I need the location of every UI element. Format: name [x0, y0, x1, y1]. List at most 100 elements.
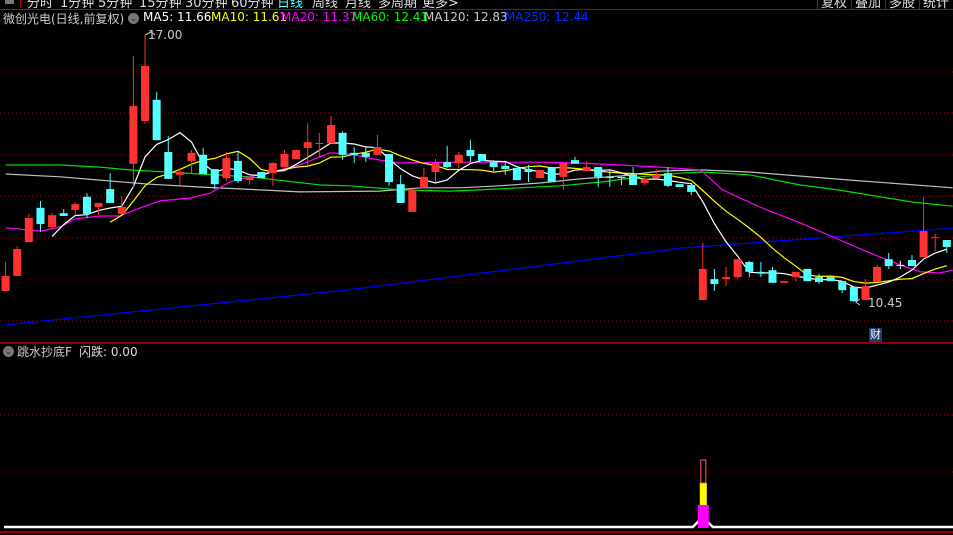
candle [768, 266, 777, 283]
candle [873, 264, 882, 283]
candle [570, 156, 579, 164]
candle-body [373, 147, 382, 155]
candle-body [419, 176, 428, 188]
candle [117, 196, 126, 214]
candle-body [303, 142, 312, 148]
indicator-value: 闪跌: 0.00 [79, 345, 138, 359]
candle [454, 151, 463, 168]
ma5-line [51, 131, 947, 289]
candle [315, 132, 324, 157]
candle-body [489, 162, 498, 168]
candle-body [501, 165, 510, 170]
candle-body [141, 65, 150, 122]
indicator-title: 跳水抄底F [17, 345, 72, 359]
ma120-line [5, 169, 953, 193]
candle [640, 176, 649, 186]
candle [617, 176, 626, 185]
candle [826, 277, 835, 282]
candle [582, 160, 591, 172]
candle [815, 273, 823, 285]
candle-body [536, 169, 545, 179]
candle [385, 154, 394, 186]
candle [687, 184, 696, 196]
candle-body [780, 281, 789, 283]
candle-body [687, 184, 696, 192]
candle-body [733, 259, 742, 278]
candle-body [570, 160, 579, 164]
candle [129, 56, 138, 188]
candle-body [234, 160, 242, 181]
candle [94, 202, 103, 216]
candle [292, 149, 301, 159]
candle-body [443, 162, 452, 168]
candle [152, 92, 161, 141]
candle-body [919, 231, 928, 258]
candle [896, 260, 905, 269]
candle [931, 233, 940, 252]
candle-body [559, 162, 568, 177]
signal-bar-outline [700, 459, 707, 484]
candle-body [82, 196, 91, 214]
candle-body [512, 167, 521, 181]
candle-body [756, 271, 765, 274]
candle [234, 151, 242, 183]
candle [710, 268, 719, 291]
candle-body [791, 271, 800, 278]
candle-body [396, 184, 405, 203]
candle-body [1, 275, 10, 291]
candle-body [652, 174, 661, 179]
candle [722, 266, 731, 287]
candle-body [431, 162, 440, 172]
candle-body [315, 143, 324, 145]
candle-body [24, 218, 33, 243]
candle [106, 173, 115, 203]
candle-body [582, 167, 591, 172]
candle-body [768, 270, 777, 283]
candle [1, 262, 10, 291]
candle-body [361, 152, 370, 157]
signal-bar-yellow [699, 483, 707, 505]
candle [919, 196, 928, 258]
candle-body [594, 167, 603, 177]
candle-body [826, 277, 835, 282]
candle-body [257, 171, 266, 179]
candle [756, 262, 765, 278]
indicator-chevron-icon[interactable]: ⌄ [3, 346, 14, 357]
candle [849, 286, 858, 302]
candle-body [129, 105, 138, 164]
candle-body [629, 174, 638, 185]
candle-body [408, 189, 417, 212]
kline-chart[interactable] [0, 0, 953, 535]
candle-body [605, 176, 614, 179]
candle-body [478, 154, 487, 161]
candle [443, 145, 452, 168]
candle [419, 167, 428, 188]
candle [942, 240, 951, 254]
high-price-label: 17.00 [148, 28, 183, 42]
candle-body [710, 279, 719, 285]
finance-event-badge[interactable]: 财 [869, 328, 882, 342]
candle [326, 116, 335, 144]
candle-body [94, 202, 103, 208]
candle [838, 281, 847, 294]
candle-body [547, 167, 556, 183]
candle [187, 149, 196, 174]
candle-body [117, 207, 126, 214]
candle [222, 151, 231, 181]
candle [373, 134, 382, 155]
low-price-label: 10.45 [868, 296, 903, 310]
candle-body [942, 240, 951, 247]
candle [478, 154, 487, 161]
candle-body [48, 215, 57, 227]
candle [907, 255, 916, 267]
candle-body [13, 248, 22, 276]
candle [733, 259, 742, 280]
candle-body [698, 268, 707, 300]
candle-body [385, 154, 394, 183]
candle [13, 246, 22, 276]
candle [547, 167, 556, 183]
candle [280, 149, 289, 168]
candle [257, 171, 266, 179]
candle [59, 209, 68, 216]
candle [698, 242, 707, 300]
